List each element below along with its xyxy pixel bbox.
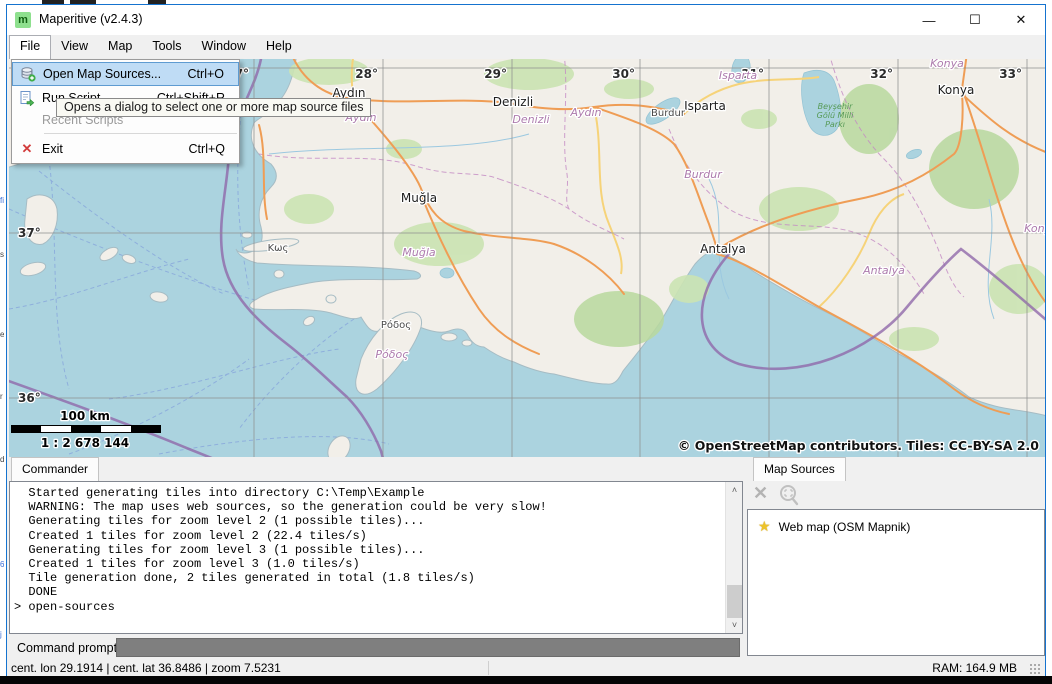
maperitive-window: m Maperitive (v2.4.3) — ☐ ✕ FileViewMapT…	[6, 4, 1046, 676]
console-output: Started generating tiles into directory …	[14, 486, 724, 614]
taskbar-edge	[0, 676, 1052, 684]
scroll-up-icon[interactable]: ˄	[726, 482, 743, 498]
zoom-to-source-icon[interactable]	[777, 483, 801, 507]
menu-item-shortcut: Ctrl+Q	[189, 142, 239, 156]
console-line: > open-sources	[14, 600, 724, 614]
menu-item-shortcut: Ctrl+O	[188, 67, 238, 81]
remove-source-icon[interactable]: ✕	[753, 483, 768, 504]
close-button[interactable]: ✕	[998, 5, 1044, 35]
console-line: Created 1 tiles for zoom level 3 (1.0 ti…	[14, 557, 724, 571]
menu-file[interactable]: File	[9, 35, 51, 59]
run-script-icon	[12, 90, 42, 106]
title-bar[interactable]: m Maperitive (v2.4.3) — ☐ ✕	[7, 5, 1045, 35]
svg-text:Antalya: Antalya	[862, 264, 905, 277]
svg-text:Aydın: Aydın	[569, 106, 601, 119]
star-icon: ★	[758, 518, 771, 535]
status-separator	[488, 661, 489, 675]
svg-text:Konya: Konya	[930, 59, 964, 70]
svg-text:Ρόδος: Ρόδος	[375, 348, 409, 361]
command-prompt-row: Command prompt:	[9, 636, 743, 660]
svg-text:Ρόδος: Ρόδος	[381, 319, 411, 331]
menu-separator	[44, 133, 237, 134]
svg-text:Burdur: Burdur	[684, 168, 723, 181]
svg-text:Gölü Milli: Gölü Milli	[817, 111, 855, 120]
status-bar: cent. lon 29.1914 | cent. lat 36.8486 | …	[7, 660, 1045, 676]
scroll-thumb[interactable]	[727, 585, 742, 618]
menu-item-open-map-sources[interactable]: Open Map Sources...Ctrl+O	[12, 62, 239, 86]
tab-commander[interactable]: Commander	[11, 457, 99, 481]
window-title: Maperitive (v2.4.3)	[39, 12, 143, 26]
maximize-button[interactable]: ☐	[952, 5, 998, 35]
map-source-item[interactable]: ★ Web map (OSM Mapnik)	[748, 510, 1044, 535]
commander-console[interactable]: Started generating tiles into directory …	[9, 481, 743, 634]
svg-text:Antalya: Antalya	[700, 242, 746, 256]
svg-text:Muğla: Muğla	[402, 246, 436, 259]
console-line: Started generating tiles into directory …	[14, 486, 724, 500]
status-ram: RAM: 164.9 MB	[932, 661, 1017, 675]
svg-text:Muğla: Muğla	[401, 191, 437, 205]
menu-item-label: Open Map Sources...	[43, 67, 188, 81]
map-sources-list[interactable]: ★ Web map (OSM Mapnik)	[747, 509, 1045, 656]
tab-map-sources[interactable]: Map Sources	[753, 457, 846, 481]
console-line: Tile generation done, 2 tiles generated …	[14, 571, 724, 585]
tooltip: Opens a dialog to select one or more map…	[56, 98, 371, 117]
svg-text:Beyşehir: Beyşehir	[818, 102, 854, 111]
command-prompt-label: Command prompt:	[17, 641, 121, 655]
menu-tools[interactable]: Tools	[142, 35, 191, 59]
map-source-label: Web map (OSM Mapnik)	[779, 520, 911, 534]
console-line: Generating tiles for zoom level 3 (1 pos…	[14, 543, 724, 557]
menu-window[interactable]: Window	[192, 35, 256, 59]
svg-text:Konya: Konya	[1024, 222, 1045, 235]
scroll-down-icon[interactable]: ˅	[726, 617, 743, 633]
console-line: Generating tiles for zoom level 2 (1 pos…	[14, 514, 724, 528]
svg-text:37°: 37°	[18, 226, 41, 240]
red-x-icon: ✕	[12, 141, 42, 157]
svg-text:28°: 28°	[355, 67, 378, 81]
console-scrollbar[interactable]: ˄ ˅	[725, 482, 742, 633]
svg-text:Κως: Κως	[268, 243, 289, 254]
svg-text:Parkı: Parkı	[825, 120, 845, 129]
svg-text:Isparta: Isparta	[719, 69, 758, 82]
svg-text:Konya: Konya	[938, 83, 975, 97]
database-add-icon	[13, 66, 43, 82]
svg-text:29°: 29°	[484, 67, 507, 81]
svg-text:32°: 32°	[870, 67, 893, 81]
menu-map[interactable]: Map	[98, 35, 142, 59]
map-attribution: © OpenStreetMap contributors. Tiles: CC-…	[678, 438, 1039, 453]
console-line: DONE	[14, 585, 724, 599]
minimize-button[interactable]: —	[906, 5, 952, 35]
svg-text:33°: 33°	[999, 67, 1022, 81]
svg-text:100 km: 100 km	[60, 409, 110, 423]
svg-text:Denizli: Denizli	[512, 113, 549, 126]
menu-bar: FileViewMapToolsWindowHelp	[7, 35, 1045, 59]
svg-text:Burdur: Burdur	[651, 108, 686, 119]
menu-item-label: Exit	[42, 142, 189, 156]
map-sources-toolbar: ✕	[747, 481, 1045, 509]
resize-grip-icon[interactable]	[1029, 663, 1041, 675]
svg-text:1 : 2 678 144: 1 : 2 678 144	[41, 436, 129, 450]
console-line: Created 1 tiles for zoom level 2 (22.4 t…	[14, 529, 724, 543]
menu-help[interactable]: Help	[256, 35, 302, 59]
status-coordinates: cent. lon 29.1914 | cent. lat 36.8486 | …	[11, 661, 281, 675]
menu-item-exit[interactable]: ✕ExitCtrl+Q	[12, 137, 239, 161]
svg-text:Denizli: Denizli	[493, 95, 534, 109]
svg-text:30°: 30°	[612, 67, 635, 81]
svg-text:Isparta: Isparta	[684, 99, 726, 113]
svg-text:36°: 36°	[18, 391, 41, 405]
command-prompt-input[interactable]	[116, 638, 740, 657]
console-line: WARNING: The map uses web sources, so th…	[14, 500, 724, 514]
app-icon: m	[15, 12, 31, 28]
menu-view[interactable]: View	[51, 35, 98, 59]
